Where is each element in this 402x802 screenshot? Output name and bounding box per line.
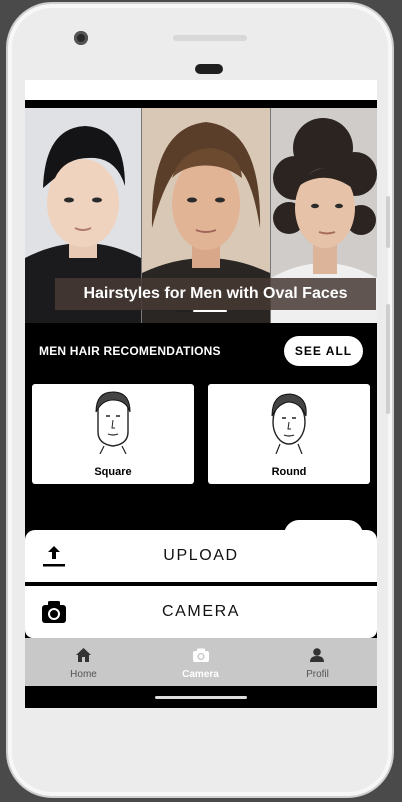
home-icon [76, 648, 91, 662]
app-screen: Hairstyles for Men with Oval Faces MEN H… [25, 80, 377, 708]
camera-label: CAMERA [161, 603, 241, 620]
carousel-dot [175, 310, 191, 312]
earpiece [173, 35, 247, 41]
upload-option[interactable]: UPLOAD [25, 530, 377, 582]
camera-option[interactable]: CAMERA [25, 586, 377, 638]
card-label: Square [94, 466, 132, 478]
section-title: MEN HAIR RECOMENDATIONS [39, 344, 221, 358]
nav-label: Camera [182, 669, 219, 680]
home-indicator [155, 696, 247, 699]
status-bar [25, 80, 377, 100]
see-all-button[interactable]: SEE ALL [284, 336, 363, 366]
nav-item-profile[interactable]: Profil [259, 638, 376, 686]
nav-label: Home [70, 669, 97, 680]
round-face-illustration [271, 393, 307, 454]
carousel-dot-active [193, 310, 227, 312]
sensor-slot [195, 64, 223, 74]
upload-label: UPLOAD [163, 547, 239, 564]
hero-banner[interactable]: Hairstyles for Men with Oval Faces [25, 108, 377, 323]
face-shape-card-square[interactable]: Square [32, 384, 194, 484]
camera-icon [193, 648, 209, 662]
person-icon [310, 648, 324, 662]
volume-button [386, 196, 390, 248]
carousel-indicator [175, 310, 227, 313]
power-button [386, 304, 390, 414]
square-face-illustration [95, 391, 131, 454]
bottom-navigation: Home Camera Profil [25, 638, 377, 686]
front-camera [74, 31, 88, 45]
banner-caption: Hairstyles for Men with Oval Faces [55, 278, 376, 310]
status-divider [25, 100, 377, 106]
nav-label: Profil [306, 669, 329, 680]
card-label: Round [271, 466, 307, 478]
face-shape-card-round[interactable]: Round [208, 384, 370, 484]
nav-item-camera[interactable]: Camera [142, 638, 259, 686]
nav-item-home[interactable]: Home [25, 638, 142, 686]
